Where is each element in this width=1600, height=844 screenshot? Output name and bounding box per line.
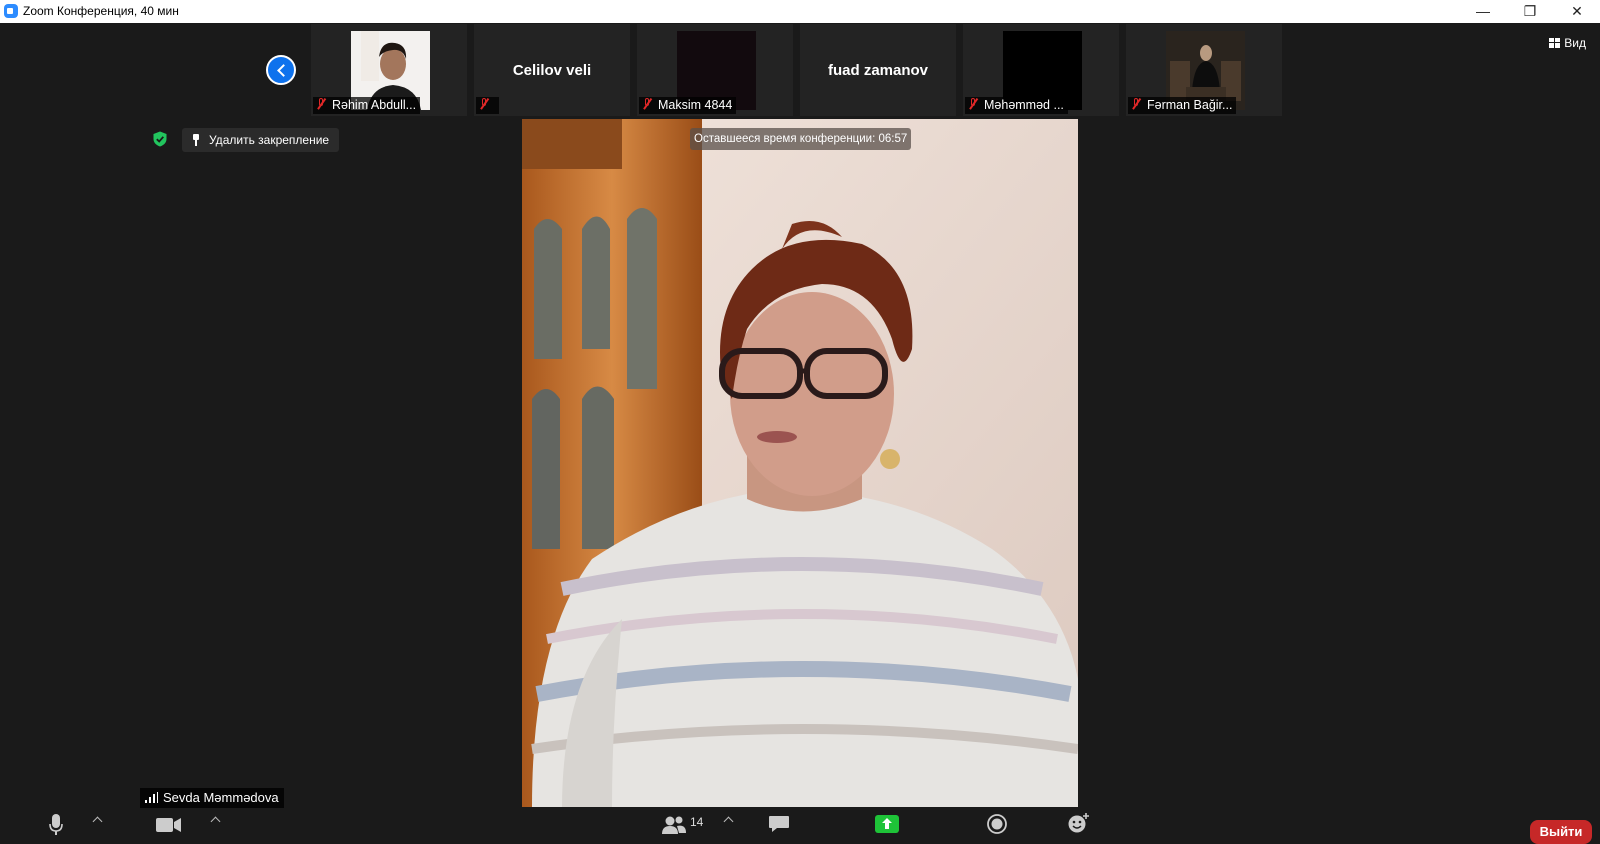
active-speaker-video bbox=[522, 119, 1078, 807]
close-button[interactable]: ✕ bbox=[1554, 0, 1600, 23]
mic-muted-icon bbox=[316, 98, 326, 110]
mic-muted-icon bbox=[642, 98, 652, 110]
participant-caption bbox=[476, 97, 499, 114]
participant-tile[interactable]: fuad zamanov bbox=[800, 24, 956, 116]
share-screen-icon[interactable] bbox=[875, 815, 899, 833]
participant-tile[interactable]: Fərman Bağir... bbox=[1126, 24, 1282, 116]
video-options-caret[interactable] bbox=[210, 816, 221, 827]
microphone-icon[interactable] bbox=[49, 814, 63, 836]
audio-options-caret[interactable] bbox=[92, 816, 103, 827]
participant-name: Celilov veli bbox=[512, 62, 592, 79]
leave-meeting-button[interactable]: Выйти bbox=[1530, 820, 1592, 844]
restore-button[interactable]: ❐ bbox=[1507, 0, 1553, 23]
signal-strength-icon bbox=[145, 792, 158, 803]
gallery-strip: Rəhim Abdull... Celilov veli Maksim 4844… bbox=[311, 24, 1288, 116]
gallery-prev-button[interactable] bbox=[266, 55, 296, 85]
gallery-view-icon bbox=[1549, 38, 1561, 48]
participants-icon[interactable] bbox=[662, 816, 686, 834]
title-bar: Zoom Конференция, 40 мин — ❐ ✕ bbox=[0, 0, 1600, 23]
zoom-logo-icon bbox=[4, 4, 18, 18]
mic-muted-icon bbox=[479, 98, 489, 110]
participants-options-caret[interactable] bbox=[723, 816, 734, 827]
minimize-button[interactable]: — bbox=[1460, 0, 1506, 23]
participant-caption: Maksim 4844 bbox=[639, 97, 737, 114]
speaker-video-frame bbox=[522, 119, 1078, 807]
participant-caption: Fərman Bağir... bbox=[1128, 97, 1237, 114]
record-icon[interactable] bbox=[987, 814, 1007, 834]
participant-name: fuad zamanov bbox=[827, 62, 929, 79]
participants-count: 14 bbox=[690, 815, 704, 829]
reactions-icon[interactable] bbox=[1068, 812, 1090, 834]
view-button[interactable]: Вид bbox=[1549, 36, 1586, 50]
participant-tile[interactable]: Maksim 4844 bbox=[637, 24, 793, 116]
participant-tile[interactable]: Rəhim Abdull... bbox=[311, 24, 467, 116]
encryption-shield-icon[interactable] bbox=[152, 131, 168, 147]
unpin-button[interactable]: Удалить закрепление bbox=[182, 128, 340, 152]
participant-tile[interactable]: Celilov veli bbox=[474, 24, 630, 116]
video-camera-icon[interactable] bbox=[156, 817, 182, 833]
participant-caption: Məhəmməd ... bbox=[965, 97, 1068, 114]
participant-tile[interactable]: Məhəmməd ... bbox=[963, 24, 1119, 116]
mic-muted-icon bbox=[968, 98, 978, 110]
meeting-toolbar: 14 Выйти bbox=[0, 810, 1600, 844]
mic-muted-icon bbox=[1131, 98, 1141, 110]
remaining-time-banner: Оставшееся время конференции: 06:57 bbox=[690, 128, 912, 150]
chat-icon[interactable] bbox=[768, 815, 790, 833]
window-title: Zoom Конференция, 40 мин bbox=[23, 4, 179, 18]
participant-caption: Rəhim Abdull... bbox=[313, 97, 421, 114]
pin-icon bbox=[192, 134, 200, 146]
speaker-name-label: Sevda Məmmədova bbox=[140, 788, 284, 808]
